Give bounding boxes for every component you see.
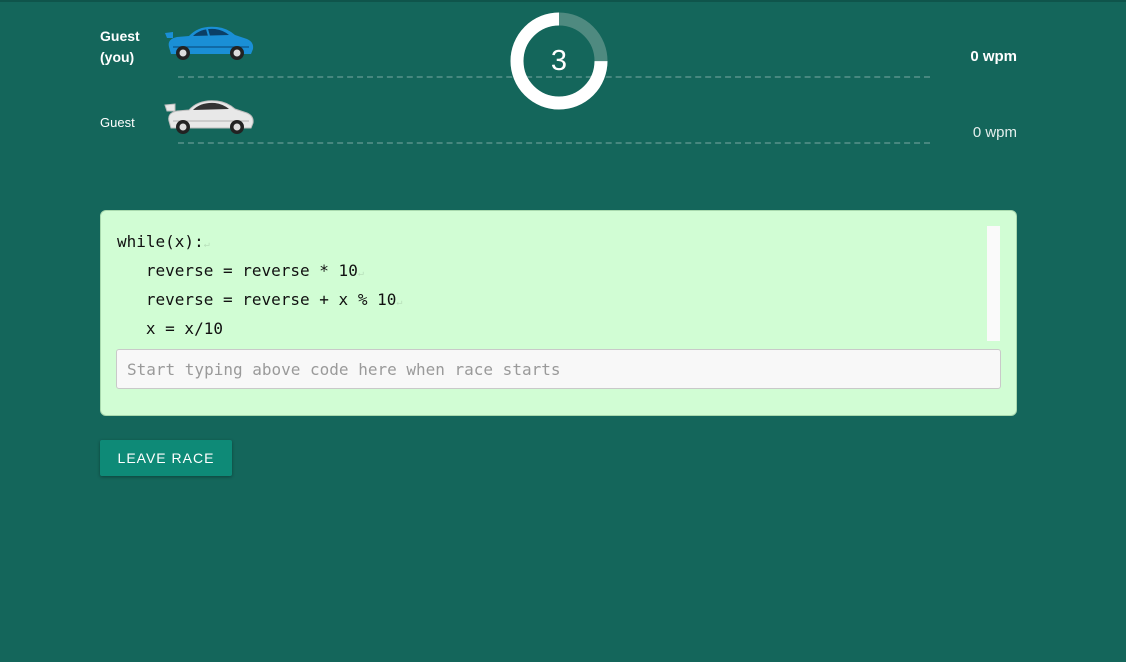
race-track-guest [178,142,930,144]
wpm-guest: 0 wpm [972,124,1017,141]
countdown-number: 3 [550,44,568,77]
player-name-you: Guest (you) [100,28,140,65]
player-name-guest: Guest [100,115,135,130]
typing-input[interactable] [116,349,1001,389]
code-line: x = x/10 [117,319,223,338]
top-border [0,0,1126,2]
countdown-timer: 3 [508,10,610,112]
code-line: while(x):↵ [117,232,210,251]
white-car-icon [164,100,254,134]
leave-race-button[interactable]: LEAVE RACE [100,440,232,476]
wpm-you: 0 wpm [970,48,1017,65]
code-panel: while(x):↵ reverse = reverse * 10↵ rever… [100,210,1017,416]
code-display: while(x):↵ reverse = reverse * 10↵ rever… [117,227,985,347]
blue-car-icon [165,26,254,60]
race-lane-guest: Guest 0 wpm [100,100,1017,152]
code-scrollbar[interactable] [987,226,1000,341]
code-line: reverse = reverse + x % 10↵ [117,290,403,309]
code-line: reverse = reverse * 10↵ [117,261,364,280]
